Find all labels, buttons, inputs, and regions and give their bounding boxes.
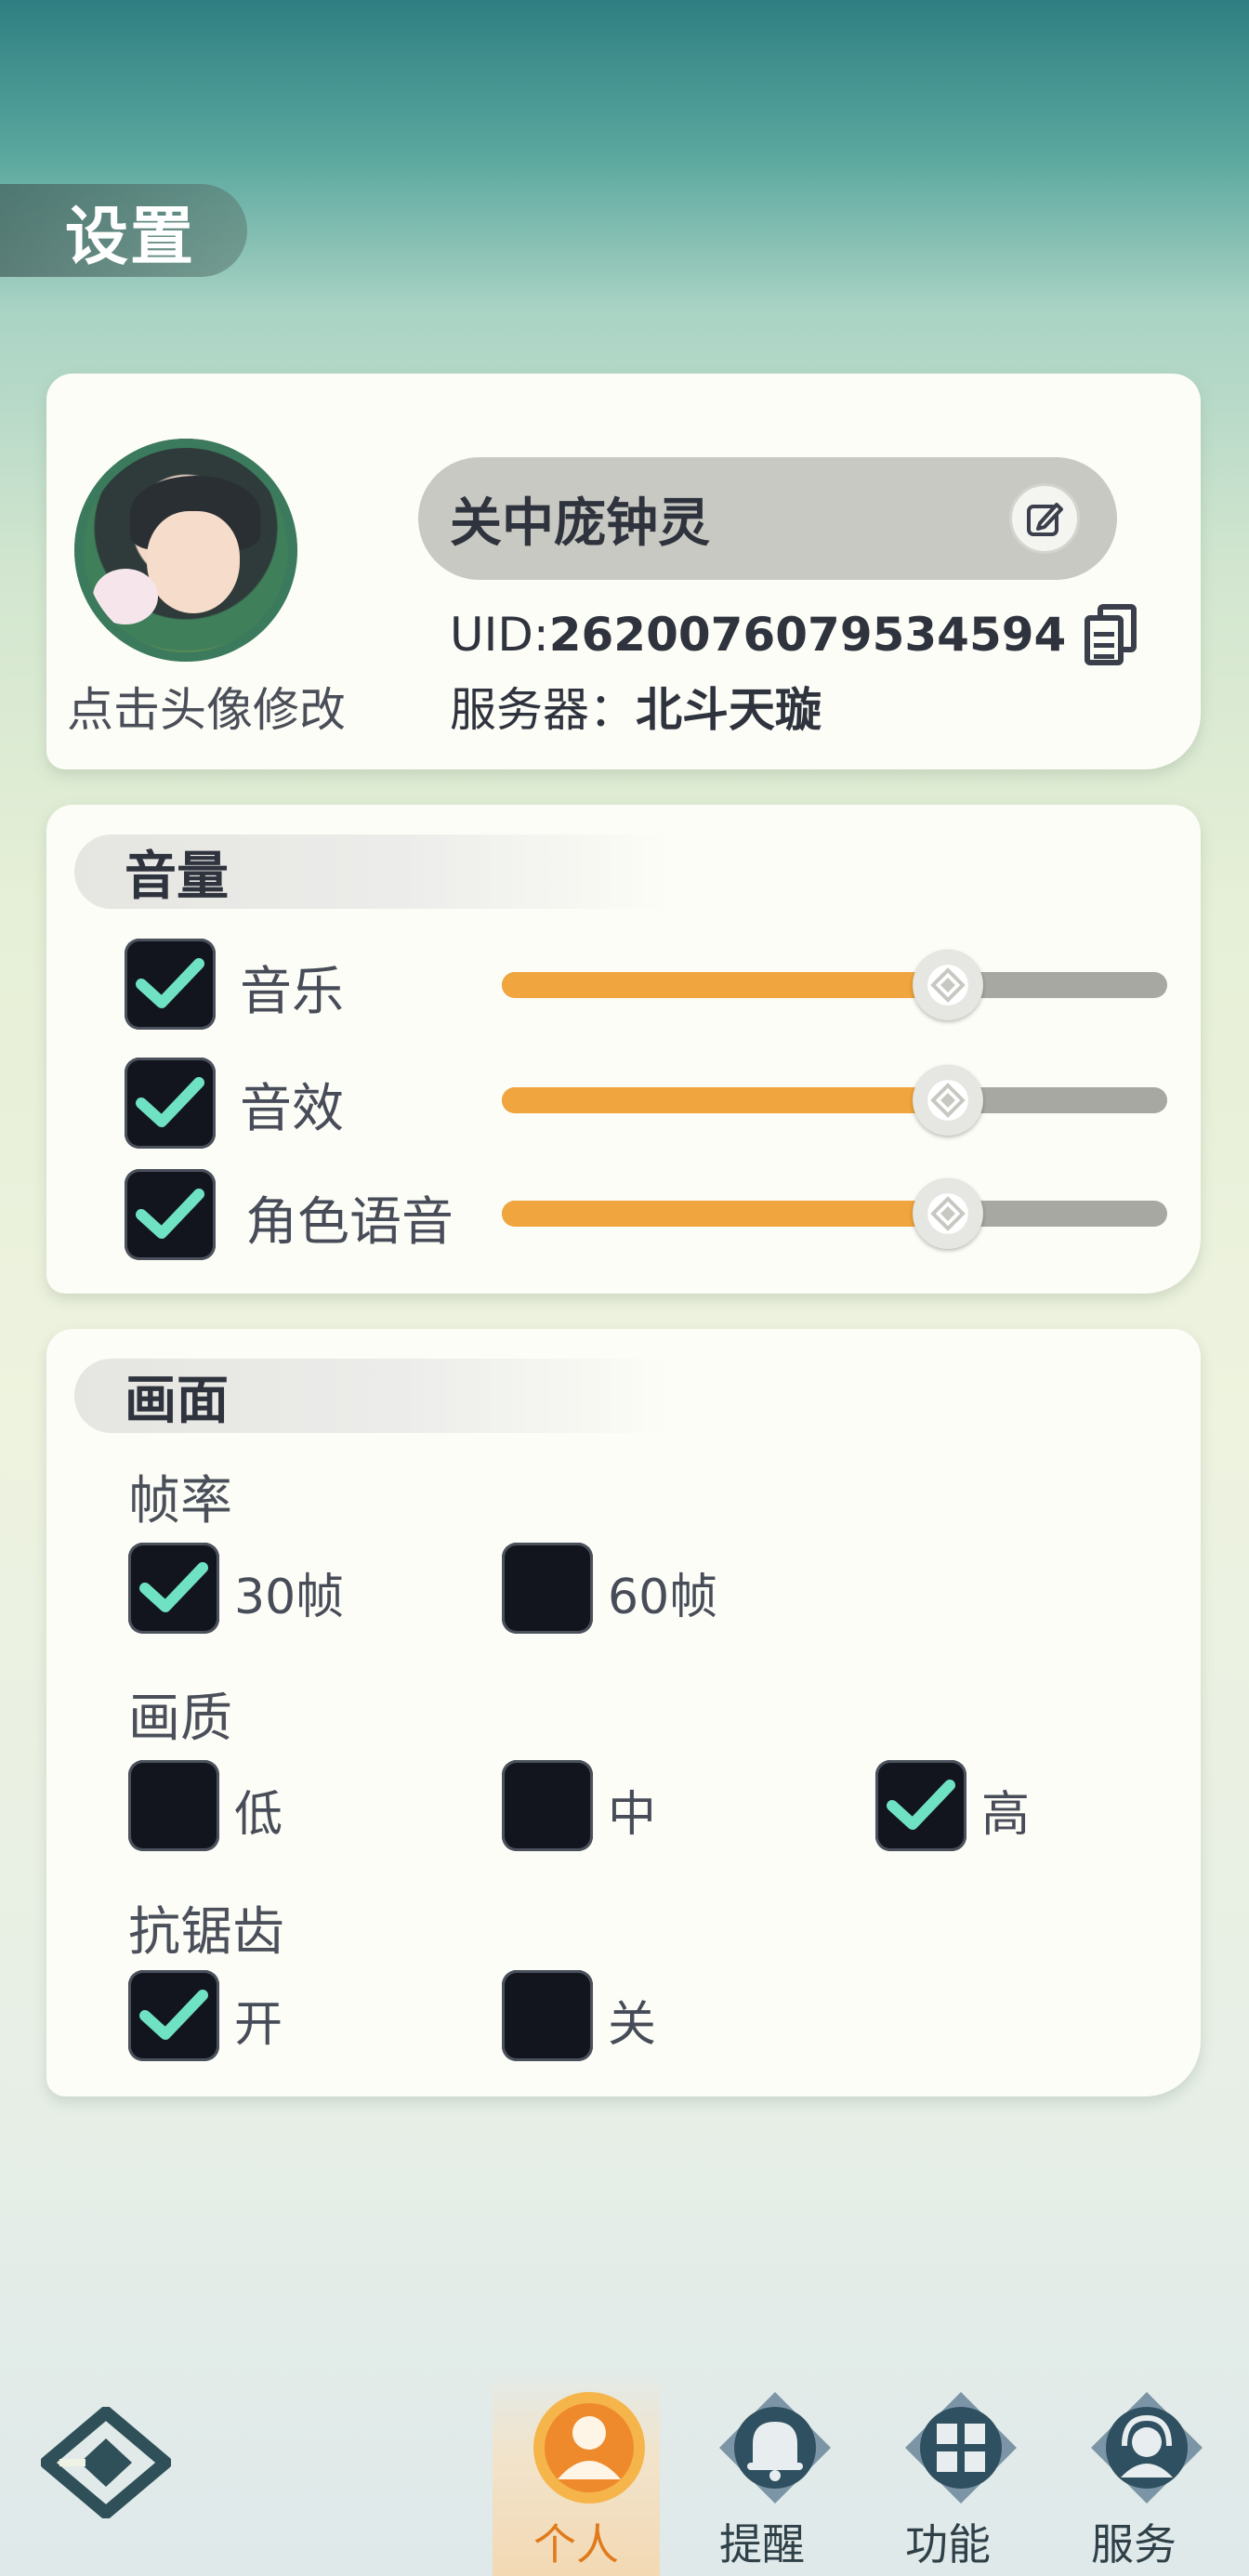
music-label: 音乐 (240, 962, 344, 1022)
quality-low-label: 低 (234, 1787, 283, 1843)
nav-personal[interactable]: 个人 (493, 2370, 660, 2576)
avatar[interactable] (74, 439, 297, 662)
bottom-nav: 个人 提醒 功能 服务 (0, 2342, 1249, 2576)
sfx-slider-knob[interactable] (913, 1065, 983, 1136)
nav-functions-label: 功能 (905, 2519, 991, 2569)
check-icon (136, 1189, 204, 1239)
music-slider-knob[interactable] (913, 950, 983, 1020)
knob-diamond-icon (930, 1196, 966, 1231)
sfx-slider-fill (502, 1087, 948, 1113)
avatar-caption[interactable]: 点击头像修改 (67, 673, 346, 740)
check-icon (136, 958, 204, 1008)
voice-label: 角色语音 (245, 1192, 454, 1253)
uid-line: UID: 2620076079534594 (450, 604, 1137, 665)
fps30-checkbox[interactable] (128, 1543, 219, 1634)
edit-icon (1027, 503, 1063, 536)
uid-value: 2620076079534594 (548, 608, 1067, 662)
quality-high-label: 高 (981, 1787, 1031, 1843)
nav-personal-label: 个人 (533, 2519, 619, 2569)
display-card: 画面 帧率 30帧 60帧 画质 低 中 高 抗锯齿 开 关 (46, 1329, 1201, 2096)
nickname-field: 关中庞钟灵 (418, 457, 1117, 580)
music-checkbox[interactable] (125, 939, 216, 1030)
check-icon (139, 1562, 208, 1612)
quality-low-checkbox[interactable] (128, 1760, 219, 1851)
antialias-label: 抗锯齿 (128, 1902, 284, 1963)
voice-slider-fill (502, 1201, 948, 1227)
framerate-label: 帧率 (128, 1471, 232, 1531)
headset-icon (1091, 2392, 1203, 2504)
fps60-label: 60帧 (608, 1570, 718, 1625)
avatar-ring (74, 439, 297, 662)
antialias-off-label: 关 (608, 1997, 657, 2053)
nav-reminder-label: 提醒 (719, 2519, 805, 2569)
sfx-checkbox[interactable] (125, 1058, 216, 1149)
music-slider-fill (502, 972, 948, 998)
fps60-checkbox[interactable] (502, 1543, 593, 1634)
sfx-slider[interactable] (502, 1065, 1167, 1136)
voice-slider[interactable] (502, 1178, 1167, 1249)
edit-nickname-button[interactable] (1009, 483, 1080, 554)
knob-diamond-icon (930, 967, 966, 1003)
antialias-on-checkbox[interactable] (128, 1970, 219, 2061)
nickname-text: 关中庞钟灵 (450, 493, 710, 554)
nav-functions[interactable]: 功能 (864, 2370, 1032, 2576)
check-icon (139, 1990, 208, 2040)
knob-diamond-icon (930, 1083, 966, 1118)
server-value: 北斗天璇 (636, 683, 822, 737)
uid-label: UID: (450, 608, 549, 662)
page-title: 设置 (0, 184, 247, 277)
nav-service[interactable]: 服务 (1050, 2370, 1217, 2576)
quality-high-checkbox[interactable] (875, 1760, 966, 1851)
nav-reminder[interactable]: 提醒 (678, 2370, 846, 2576)
antialias-on-label: 开 (234, 1997, 283, 2053)
quality-mid-checkbox[interactable] (502, 1760, 593, 1851)
grid-icon (905, 2392, 1017, 2504)
volume-card: 音量 音乐 音效 角色语音 (46, 805, 1201, 1294)
antialias-off-checkbox[interactable] (502, 1970, 593, 2061)
quality-label: 画质 (128, 1689, 232, 1749)
copy-icon[interactable] (1085, 604, 1137, 665)
fps30-label: 30帧 (234, 1570, 345, 1625)
server-line: 服务器：北斗天璇 (450, 673, 822, 740)
music-slider[interactable] (502, 950, 1167, 1020)
voice-checkbox[interactable] (125, 1169, 216, 1260)
check-icon (136, 1077, 204, 1127)
quality-mid-label: 中 (608, 1787, 657, 1843)
server-label: 服务器： (450, 683, 636, 737)
nav-service-label: 服务 (1091, 2519, 1177, 2569)
game-logo-icon[interactable] (41, 2407, 171, 2518)
profile-card: 点击头像修改 关中庞钟灵 UID: 2620076079534594 服务器：北… (46, 374, 1201, 769)
bell-icon (719, 2392, 831, 2504)
display-header: 画面 (74, 1359, 669, 1433)
person-icon (533, 2392, 645, 2504)
volume-header: 音量 (74, 835, 669, 909)
check-icon (887, 1780, 955, 1830)
sfx-label: 音效 (240, 1079, 344, 1139)
voice-slider-knob[interactable] (913, 1178, 983, 1249)
